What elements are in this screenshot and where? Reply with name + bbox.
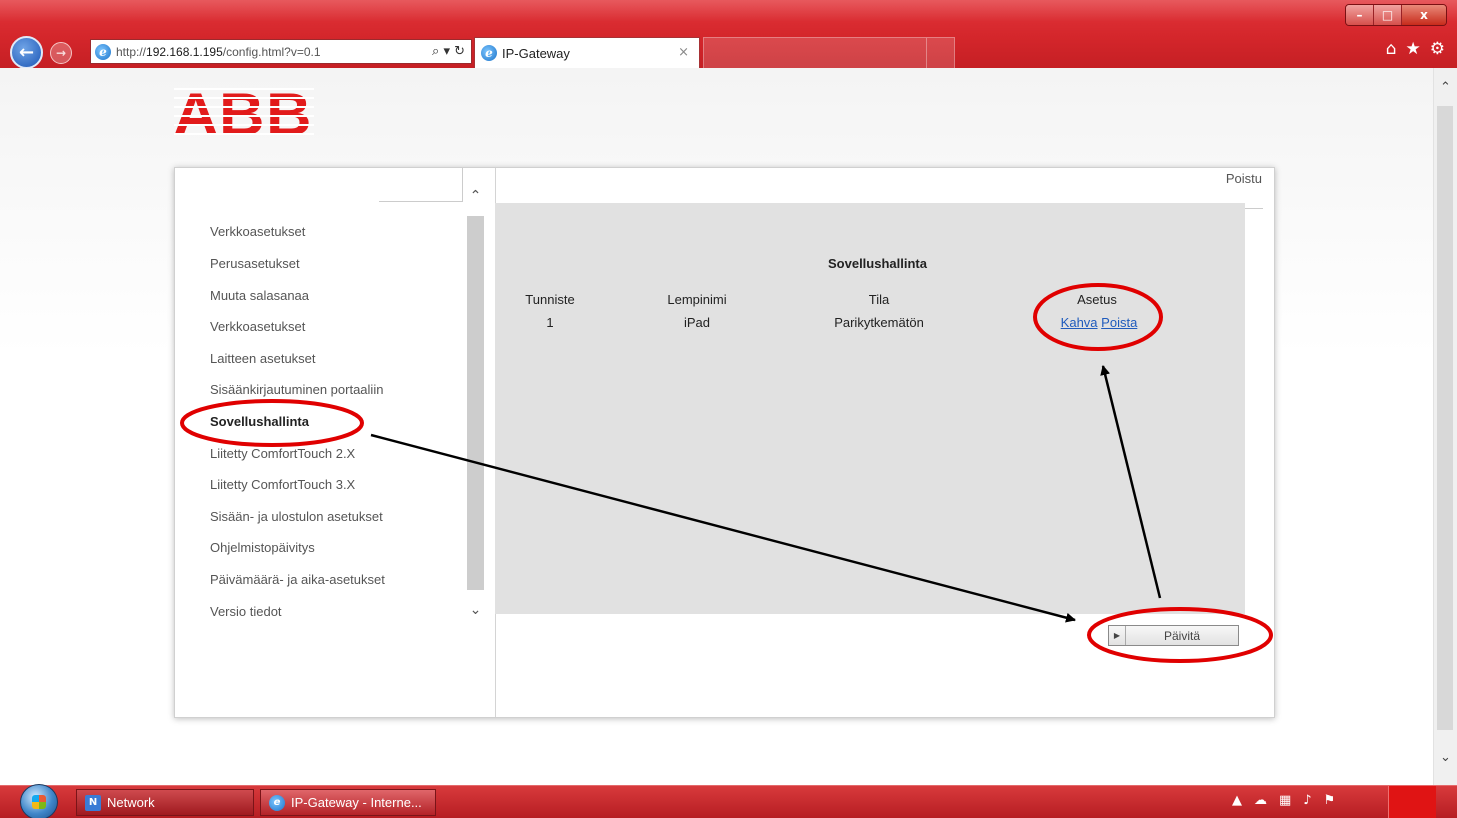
handle-link[interactable]: Kahva [1061, 315, 1098, 330]
minimize-button[interactable]: – [1346, 5, 1374, 25]
taskbar-item-label: Network [107, 795, 155, 810]
url-host: 192.168.1.195 [146, 44, 223, 59]
tools-icon[interactable]: ⚙ [1430, 39, 1445, 59]
ie-tab-icon: e [481, 45, 497, 61]
play-icon: ▶ [1109, 626, 1126, 645]
back-button[interactable]: ← [10, 36, 43, 69]
cell-nickname: iPad [683, 315, 711, 330]
start-button[interactable] [20, 784, 58, 818]
page-scroll-thumb[interactable] [1437, 106, 1453, 730]
sidebar-scroll-thumb[interactable] [467, 216, 484, 590]
show-desktop-button[interactable] [1388, 786, 1436, 818]
sidebar-item-software-update[interactable]: Ohjelmistopäivitys [210, 540, 315, 555]
tab-close-icon[interactable]: × [678, 45, 689, 60]
taskbar-item-ie[interactable]: e IP-Gateway - Interne... [260, 789, 436, 816]
url-path: /config.html?v=0.1 [222, 44, 321, 59]
ie-page-icon: e [95, 43, 111, 60]
sidebar-item-comforttouch-2x[interactable]: Liitetty ComfortTouch 2.X [210, 446, 355, 461]
cell-status: Parikytkemätön [834, 315, 924, 330]
arrow-right-icon: → [55, 46, 67, 60]
window-controls: – □ x [1345, 4, 1447, 26]
sidebar-item-laitteen-asetukset[interactable]: Laitteen asetukset [210, 351, 316, 366]
browser-toolbar: – □ x ← → e http://192.168.1.195/config.… [0, 0, 1457, 69]
sidebar-item-sovellushallinta[interactable]: Sovellushallinta [210, 414, 309, 429]
arrow-left-icon: ← [18, 42, 35, 63]
search-refresh-icons[interactable]: ⌕ ▾ ↻ [432, 44, 465, 59]
volume-icon[interactable]: ♪ [1303, 793, 1311, 808]
tab-title: IP-Gateway [502, 45, 570, 61]
favorites-icon[interactable]: ★ [1406, 39, 1421, 59]
column-header-setting: Asetus [1077, 292, 1117, 307]
chevron-down-icon[interactable]: ⌄ [467, 602, 484, 618]
column-header-nickname: Lempinimi [667, 292, 727, 307]
sidebar-item-io-settings[interactable]: Sisään- ja ulostulon asetukset [210, 509, 383, 524]
sidebar-item-muuta-salasanaa[interactable]: Muuta salasanaa [210, 288, 309, 303]
logout-link[interactable]: Poistu [1226, 171, 1262, 186]
sidebar-item-perusasetukset[interactable]: Perusasetukset [210, 256, 300, 271]
taskbar-item-network[interactable]: N Network [76, 789, 254, 816]
flag-icon[interactable]: ⚑ [1324, 793, 1336, 808]
chevron-up-icon[interactable]: ⌃ [467, 188, 484, 204]
content-top-line [1243, 208, 1263, 209]
sidebar-tab [379, 168, 463, 202]
cloud-icon[interactable]: ☁ [1254, 793, 1267, 808]
sidebar-item-verkkoasetukset[interactable]: Verkkoasetukset [210, 224, 305, 239]
maximize-button[interactable]: □ [1374, 5, 1402, 25]
logo-letter: A [172, 81, 219, 148]
column-header-id: Tunniste [525, 292, 575, 307]
config-panel: Verkkoasetukset Perusasetukset Muuta sal… [174, 167, 1275, 718]
taskbar: N Network e IP-Gateway - Interne... ▲ ☁ … [0, 784, 1457, 818]
close-window-button[interactable]: x [1402, 5, 1446, 25]
column-header-status: Tila [868, 292, 890, 307]
abb-logo: A B B [172, 81, 312, 148]
sidebar-item-verkkoasetukset-2[interactable]: Verkkoasetukset [210, 319, 305, 334]
url-prefix: http:// [116, 44, 147, 59]
network-icon[interactable]: ▦ [1279, 793, 1291, 808]
sidebar-item-comforttouch-3x[interactable]: Liitetty ComfortTouch 3.X [210, 477, 355, 492]
url-text[interactable]: http://192.168.1.195/config.html?v=0.1 [116, 45, 321, 59]
logo-letter: B [265, 81, 312, 148]
update-button[interactable]: ▶ Päivitä [1108, 625, 1239, 646]
delete-link[interactable]: Poista [1101, 315, 1137, 330]
sidebar-scrollbar[interactable]: ⌃ ⌄ [467, 182, 484, 632]
cell-actions: Kahva Poista [1051, 315, 1147, 330]
forward-button[interactable]: → [50, 42, 72, 64]
tab-ip-gateway[interactable]: e IP-Gateway × [474, 37, 700, 68]
page-viewport: A B B Verkkoasetukset Perusasetukset Muu… [0, 68, 1433, 785]
chevron-up-icon[interactable]: ⌃ [1434, 80, 1457, 95]
page-scrollbar[interactable]: ⌃ ⌄ [1433, 68, 1457, 785]
arrow-up-icon[interactable]: ▲ [1232, 793, 1242, 808]
system-tray: ▲ ☁ ▦ ♪ ⚑ [1232, 793, 1335, 808]
new-tab[interactable] [703, 37, 955, 68]
sidebar-item-portal-login[interactable]: Sisäänkirjautuminen portaaliin [210, 382, 383, 397]
update-button-label: Päivitä [1163, 628, 1201, 643]
taskbar-item-label: IP-Gateway - Interne... [291, 795, 422, 810]
cell-id: 1 [546, 315, 554, 330]
sidebar-item-version-info[interactable]: Versio tiedot [210, 604, 282, 619]
home-icon[interactable]: ⌂ [1386, 39, 1397, 59]
chevron-down-icon[interactable]: ⌄ [1434, 750, 1457, 765]
page-title: Sovellushallinta [828, 256, 927, 271]
ie-icon: e [269, 794, 285, 811]
address-bar[interactable]: e http://192.168.1.195/config.html?v=0.1… [90, 39, 472, 64]
sidebar-item-date-time[interactable]: Päivämäärä- ja aika-asetukset [210, 572, 385, 587]
logo-letter: B [219, 81, 265, 148]
network-folder-icon: N [85, 794, 101, 811]
browser-command-icons: ⌂ ★ ⚙ [1386, 39, 1445, 59]
